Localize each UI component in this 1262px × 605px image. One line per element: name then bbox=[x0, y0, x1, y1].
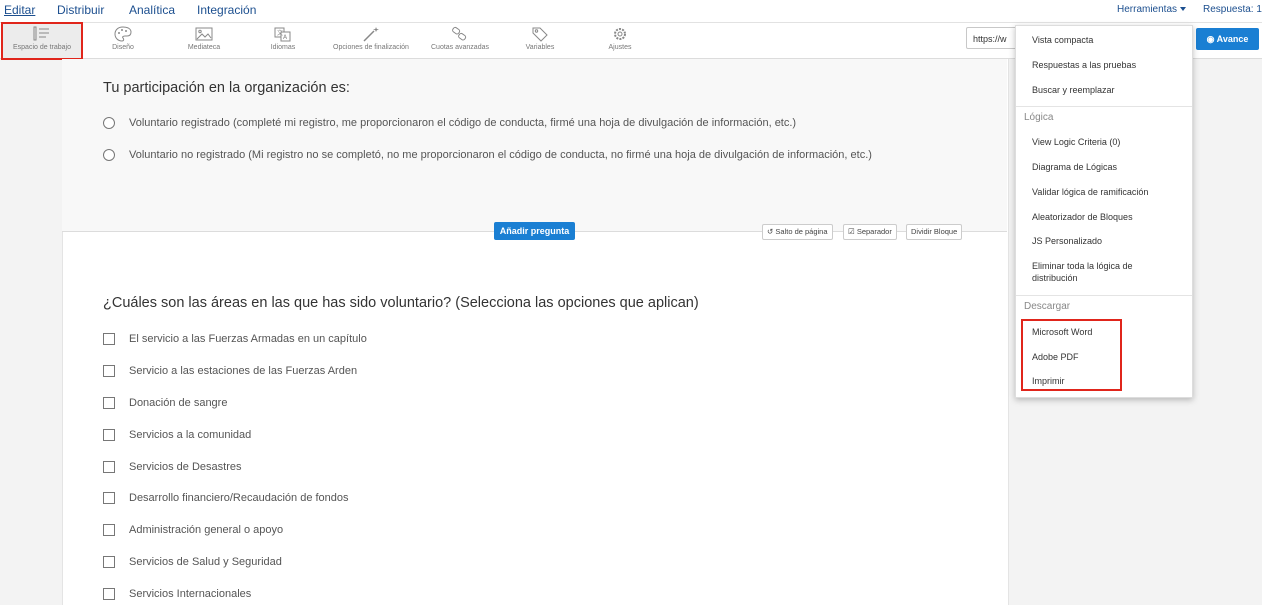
radio-button[interactable] bbox=[103, 117, 115, 129]
menu-item-test-responses[interactable]: Respuestas a las pruebas bbox=[1032, 59, 1182, 71]
checkbox[interactable] bbox=[103, 492, 115, 504]
checkbox[interactable] bbox=[103, 588, 115, 600]
menu-item-validate-logic[interactable]: Validar lógica de ramificación bbox=[1032, 186, 1182, 198]
tag-icon bbox=[532, 27, 548, 42]
split-block-button[interactable]: Dividir Bloque bbox=[906, 224, 963, 240]
menu-header-download: Descargar bbox=[1024, 301, 1071, 312]
page-break-icon: ↺ bbox=[767, 227, 774, 236]
checkbox[interactable] bbox=[103, 524, 115, 536]
option-label: Voluntario registrado (completé mi regis… bbox=[129, 117, 797, 129]
menu-separator bbox=[1016, 106, 1192, 107]
menu-item-remove-logic[interactable]: Eliminar toda la lógica de distribución bbox=[1032, 260, 1162, 284]
question-2-title: ¿Cuáles son las áreas en las que has sid… bbox=[103, 295, 699, 311]
page-break-button[interactable]: ↺ Salto de página bbox=[762, 224, 833, 240]
toolbar-quotas-label: Cuotas avanzadas bbox=[431, 44, 489, 51]
menu-item-find-replace[interactable]: Buscar y reemplazar bbox=[1032, 84, 1182, 96]
gear-icon bbox=[614, 28, 626, 40]
checkbox[interactable] bbox=[103, 429, 115, 441]
page-break-label: Salto de página bbox=[775, 227, 828, 236]
option-label: Donación de sangre bbox=[129, 397, 228, 409]
tools-menu-label: Herramientas bbox=[1117, 4, 1178, 15]
menu-item-custom-js[interactable]: JS Personalizado bbox=[1032, 235, 1182, 247]
tab-distribuir[interactable]: Distribuir bbox=[57, 3, 104, 17]
toolbar-quotas[interactable]: Cuotas avanzadas bbox=[426, 23, 494, 58]
option-label: Voluntario no registrado (Mi registro no… bbox=[129, 149, 872, 161]
caret-down-icon bbox=[1180, 7, 1187, 12]
toolbar-media[interactable]: Mediateca bbox=[176, 23, 232, 58]
image-icon bbox=[195, 27, 213, 41]
question-1-title: Tu participación en la organización es: bbox=[103, 80, 350, 96]
toolbar-variables[interactable]: Variables bbox=[512, 23, 568, 58]
option-label: Administración general o apoyo bbox=[129, 524, 284, 536]
tab-editar[interactable]: Editar bbox=[4, 3, 35, 17]
menu-item-compact-view[interactable]: Vista compacta bbox=[1032, 34, 1182, 46]
separator-button[interactable]: ☑ Separador bbox=[843, 224, 897, 240]
toolbar-settings[interactable]: Ajustes bbox=[592, 23, 648, 58]
checkbox[interactable] bbox=[103, 365, 115, 377]
eye-icon: ◉ bbox=[1206, 34, 1215, 44]
toolbar-variables-label: Variables bbox=[525, 44, 555, 51]
tab-analitica[interactable]: Analítica bbox=[129, 3, 175, 17]
preview-button-label: Avance bbox=[1216, 34, 1249, 44]
option-label: Servicio a las estaciones de las Fuerzas… bbox=[129, 365, 358, 377]
top-navigation: Editar Distribuir Analítica Integración … bbox=[0, 0, 1262, 23]
palette-icon bbox=[114, 26, 132, 42]
add-question-button[interactable]: Añadir pregunta bbox=[494, 222, 575, 240]
option-label: El servicio a las Fuerzas Armadas en un … bbox=[129, 333, 367, 345]
option-label: Servicios de Salud y Seguridad bbox=[129, 556, 282, 568]
menu-item-view-logic[interactable]: View Logic Criteria (0) bbox=[1032, 136, 1182, 148]
checkbox[interactable] bbox=[103, 397, 115, 409]
checkbox[interactable] bbox=[103, 461, 115, 473]
toolbar-end-options-label: Opciones de finalización bbox=[333, 44, 409, 51]
checkbox-icon: ☑ bbox=[848, 227, 855, 236]
toolbar-media-label: Mediateca bbox=[187, 44, 221, 51]
menu-separator bbox=[1016, 295, 1192, 296]
link-icon bbox=[452, 26, 467, 41]
magic-wand-icon bbox=[363, 27, 379, 42]
menu-item-block-randomizer[interactable]: Aleatorizador de Bloques bbox=[1032, 211, 1182, 223]
radio-button[interactable] bbox=[103, 149, 115, 161]
toolbar-design[interactable]: Diseño bbox=[95, 23, 151, 58]
workspace-highlight bbox=[1, 22, 83, 60]
toolbar-settings-label: Ajustes bbox=[608, 44, 632, 51]
menu-header-logic: Lógica bbox=[1024, 112, 1054, 123]
tab-integracion[interactable]: Integración bbox=[197, 3, 256, 17]
option-label: Servicios Internacionales bbox=[129, 588, 252, 600]
toolbar-languages[interactable]: 文 A Idiomas bbox=[255, 23, 311, 58]
preview-button[interactable]: ◉ Avance bbox=[1196, 28, 1259, 50]
tools-menu-button[interactable]: Herramientas bbox=[1117, 4, 1187, 15]
option-label: Servicios a la comunidad bbox=[129, 429, 252, 441]
toolbar-end-options[interactable]: Opciones de finalización bbox=[326, 23, 416, 58]
checkbox[interactable] bbox=[103, 556, 115, 568]
toolbar-languages-label: Idiomas bbox=[270, 44, 296, 51]
separator-label: Separador bbox=[856, 227, 892, 236]
option-label: Servicios de Desastres bbox=[129, 461, 242, 473]
translate-icon: 文 A bbox=[274, 27, 291, 42]
responses-count[interactable]: Respuesta: 1 bbox=[1203, 4, 1262, 15]
download-highlight bbox=[1021, 319, 1122, 391]
option-label: Desarrollo financiero/Recaudación de fon… bbox=[129, 492, 349, 504]
toolbar-design-label: Diseño bbox=[112, 44, 134, 51]
checkbox[interactable] bbox=[103, 333, 115, 345]
menu-item-logic-diagram[interactable]: Diagrama de Lógicas bbox=[1032, 161, 1182, 173]
